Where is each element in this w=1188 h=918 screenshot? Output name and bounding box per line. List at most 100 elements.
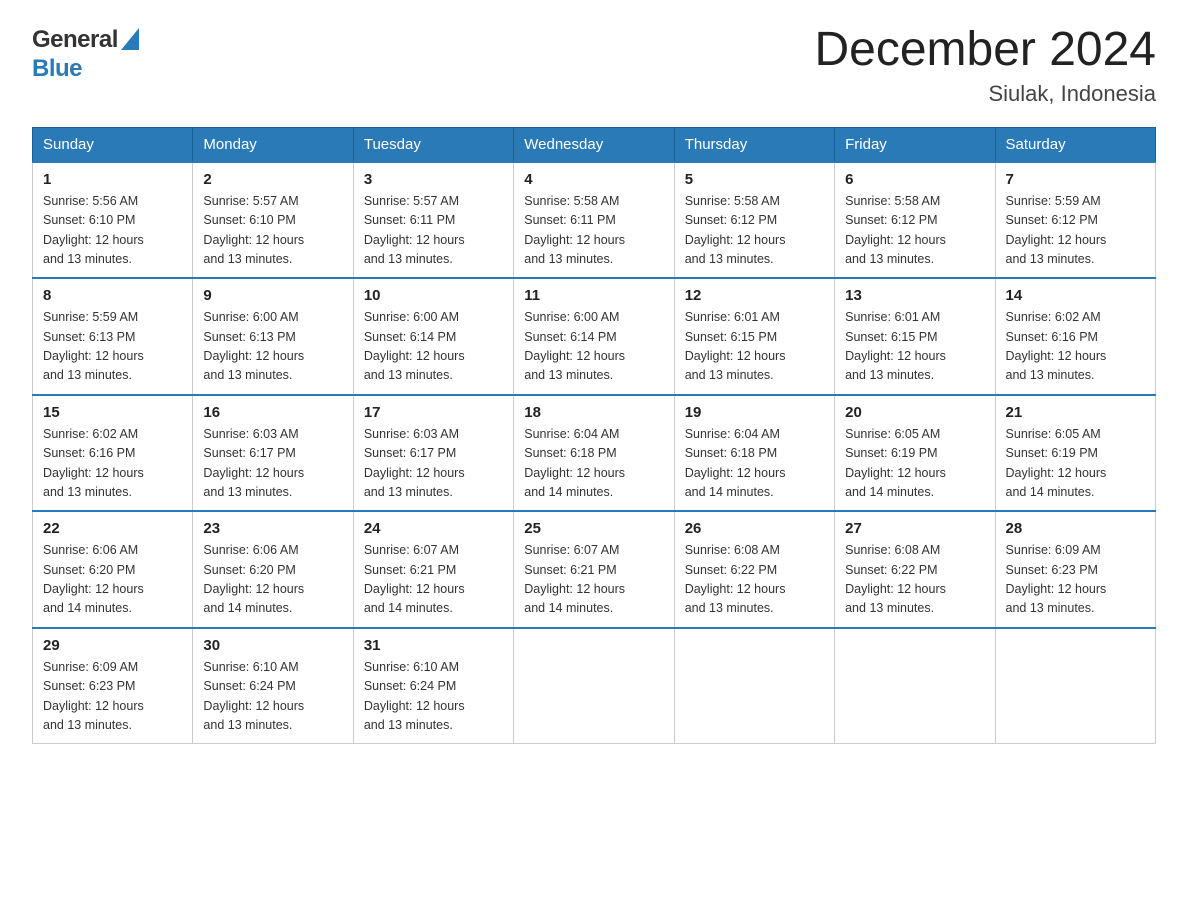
weekday-header-thursday: Thursday	[674, 127, 834, 162]
calendar-day-31: 31 Sunrise: 6:10 AM Sunset: 6:24 PM Dayli…	[353, 628, 513, 744]
calendar-day-18: 18Sunrise: 6:04 AM Sunset: 6:18 PM Dayli…	[514, 395, 674, 512]
calendar-day-15: 15 Sunrise: 6:02 AM Sunset: 6:16 PM Dayli…	[33, 395, 193, 512]
day-info: Sunrise: 6:10 AM Sunset: 6:24 PM Dayligh…	[203, 658, 342, 736]
day-info: Sunrise: 6:04 AM Sunset: 6:18 PM Dayligh…	[685, 425, 824, 503]
weekday-header-row: SundayMondayTuesdayWednesdayThursdayFrid…	[33, 127, 1156, 162]
day-info: Sunrise: 6:09 AM Sunset: 6:23 PM Dayligh…	[43, 658, 182, 736]
day-info: Sunrise: 6:08 AM Sunset: 6:22 PM Dayligh…	[685, 541, 824, 619]
day-number: 24	[364, 520, 503, 537]
calendar-day-1: 1 Sunrise: 5:56 AM Sunset: 6:10 PM Daylig…	[33, 162, 193, 279]
day-info: Sunrise: 6:03 AM Sunset: 6:17 PM Dayligh…	[203, 425, 342, 503]
day-info: Sunrise: 6:00 AM Sunset: 6:13 PM Dayligh…	[203, 308, 342, 386]
logo-blue-text: Blue	[32, 55, 82, 82]
day-number: 28	[1006, 520, 1145, 537]
logo-general-text: General	[32, 26, 118, 54]
calendar-day-9: 9 Sunrise: 6:00 AM Sunset: 6:13 PM Daylig…	[193, 278, 353, 395]
day-number: 26	[685, 520, 824, 537]
weekday-header-saturday: Saturday	[995, 127, 1155, 162]
calendar-title: December 2024	[814, 24, 1156, 77]
day-number: 20	[845, 404, 984, 421]
day-number: 15	[43, 404, 182, 421]
day-info: Sunrise: 6:01 AM Sunset: 6:15 PM Dayligh…	[685, 308, 824, 386]
day-info: Sunrise: 5:59 AM Sunset: 6:13 PM Dayligh…	[43, 308, 182, 386]
day-info: Sunrise: 6:00 AM Sunset: 6:14 PM Dayligh…	[364, 308, 503, 386]
day-info: Sunrise: 6:08 AM Sunset: 6:22 PM Dayligh…	[845, 541, 984, 619]
calendar-day-17: 17Sunrise: 6:03 AM Sunset: 6:17 PM Dayli…	[353, 395, 513, 512]
weekday-header-wednesday: Wednesday	[514, 127, 674, 162]
day-info: Sunrise: 6:07 AM Sunset: 6:21 PM Dayligh…	[524, 541, 663, 619]
day-number: 31	[364, 637, 503, 654]
day-number: 1	[43, 171, 182, 188]
day-info: Sunrise: 6:04 AM Sunset: 6:18 PM Dayligh…	[524, 425, 663, 503]
day-info: Sunrise: 5:57 AM Sunset: 6:11 PM Dayligh…	[364, 192, 503, 270]
logo-arrow-icon	[121, 28, 139, 55]
calendar-week-row: 22 Sunrise: 6:06 AM Sunset: 6:20 PM Dayli…	[33, 511, 1156, 628]
day-info: Sunrise: 5:58 AM Sunset: 6:12 PM Dayligh…	[845, 192, 984, 270]
day-number: 22	[43, 520, 182, 537]
day-info: Sunrise: 6:05 AM Sunset: 6:19 PM Dayligh…	[845, 425, 984, 503]
calendar-day-23: 23Sunrise: 6:06 AM Sunset: 6:20 PM Dayli…	[193, 511, 353, 628]
calendar-day-empty	[674, 628, 834, 744]
day-number: 7	[1006, 171, 1145, 188]
day-info: Sunrise: 6:05 AM Sunset: 6:19 PM Dayligh…	[1006, 425, 1145, 503]
calendar-day-3: 3Sunrise: 5:57 AM Sunset: 6:11 PM Daylig…	[353, 162, 513, 279]
day-number: 6	[845, 171, 984, 188]
day-number: 10	[364, 287, 503, 304]
calendar-day-22: 22 Sunrise: 6:06 AM Sunset: 6:20 PM Dayli…	[33, 511, 193, 628]
calendar-day-11: 11Sunrise: 6:00 AM Sunset: 6:14 PM Dayli…	[514, 278, 674, 395]
day-number: 27	[845, 520, 984, 537]
day-info: Sunrise: 6:09 AM Sunset: 6:23 PM Dayligh…	[1006, 541, 1145, 619]
day-number: 21	[1006, 404, 1145, 421]
day-number: 29	[43, 637, 182, 654]
calendar-day-16: 16 Sunrise: 6:03 AM Sunset: 6:17 PM Dayli…	[193, 395, 353, 512]
calendar-day-empty	[995, 628, 1155, 744]
calendar-day-29: 29 Sunrise: 6:09 AM Sunset: 6:23 PM Dayli…	[33, 628, 193, 744]
day-number: 13	[845, 287, 984, 304]
calendar-day-5: 5 Sunrise: 5:58 AM Sunset: 6:12 PM Daylig…	[674, 162, 834, 279]
day-info: Sunrise: 6:06 AM Sunset: 6:20 PM Dayligh…	[203, 541, 342, 619]
calendar-day-19: 19Sunrise: 6:04 AM Sunset: 6:18 PM Dayli…	[674, 395, 834, 512]
calendar-day-25: 25Sunrise: 6:07 AM Sunset: 6:21 PM Dayli…	[514, 511, 674, 628]
logo: General Blue	[32, 24, 139, 83]
day-info: Sunrise: 6:07 AM Sunset: 6:21 PM Dayligh…	[364, 541, 503, 619]
day-info: Sunrise: 6:10 AM Sunset: 6:24 PM Dayligh…	[364, 658, 503, 736]
calendar-subtitle: Siulak, Indonesia	[814, 81, 1156, 107]
day-number: 2	[203, 171, 342, 188]
weekday-header-tuesday: Tuesday	[353, 127, 513, 162]
calendar-day-28: 28 Sunrise: 6:09 AM Sunset: 6:23 PM Dayli…	[995, 511, 1155, 628]
day-number: 16	[203, 404, 342, 421]
day-number: 11	[524, 287, 663, 304]
day-info: Sunrise: 6:01 AM Sunset: 6:15 PM Dayligh…	[845, 308, 984, 386]
day-number: 4	[524, 171, 663, 188]
calendar-week-row: 1 Sunrise: 5:56 AM Sunset: 6:10 PM Daylig…	[33, 162, 1156, 279]
calendar-week-row: 15 Sunrise: 6:02 AM Sunset: 6:16 PM Dayli…	[33, 395, 1156, 512]
day-number: 30	[203, 637, 342, 654]
day-info: Sunrise: 6:02 AM Sunset: 6:16 PM Dayligh…	[43, 425, 182, 503]
day-number: 17	[364, 404, 503, 421]
calendar-day-empty	[514, 628, 674, 744]
calendar-day-27: 27 Sunrise: 6:08 AM Sunset: 6:22 PM Dayli…	[835, 511, 995, 628]
day-number: 8	[43, 287, 182, 304]
day-number: 9	[203, 287, 342, 304]
calendar-day-4: 4Sunrise: 5:58 AM Sunset: 6:11 PM Daylig…	[514, 162, 674, 279]
day-info: Sunrise: 5:58 AM Sunset: 6:12 PM Dayligh…	[685, 192, 824, 270]
day-number: 14	[1006, 287, 1145, 304]
calendar-day-2: 2Sunrise: 5:57 AM Sunset: 6:10 PM Daylig…	[193, 162, 353, 279]
weekday-header-friday: Friday	[835, 127, 995, 162]
day-number: 12	[685, 287, 824, 304]
calendar-day-6: 6 Sunrise: 5:58 AM Sunset: 6:12 PM Daylig…	[835, 162, 995, 279]
title-area: December 2024 Siulak, Indonesia	[814, 24, 1156, 107]
calendar-table: SundayMondayTuesdayWednesdayThursdayFrid…	[32, 127, 1156, 745]
weekday-header-sunday: Sunday	[33, 127, 193, 162]
calendar-day-13: 13 Sunrise: 6:01 AM Sunset: 6:15 PM Dayli…	[835, 278, 995, 395]
calendar-day-8: 8 Sunrise: 5:59 AM Sunset: 6:13 PM Daylig…	[33, 278, 193, 395]
day-info: Sunrise: 5:56 AM Sunset: 6:10 PM Dayligh…	[43, 192, 182, 270]
day-number: 5	[685, 171, 824, 188]
calendar-week-row: 8 Sunrise: 5:59 AM Sunset: 6:13 PM Daylig…	[33, 278, 1156, 395]
page-header: General Blue December 2024 Siulak, Indon…	[32, 24, 1156, 107]
day-info: Sunrise: 6:06 AM Sunset: 6:20 PM Dayligh…	[43, 541, 182, 619]
calendar-day-empty	[835, 628, 995, 744]
calendar-day-26: 26 Sunrise: 6:08 AM Sunset: 6:22 PM Dayli…	[674, 511, 834, 628]
weekday-header-monday: Monday	[193, 127, 353, 162]
calendar-day-7: 7Sunrise: 5:59 AM Sunset: 6:12 PM Daylig…	[995, 162, 1155, 279]
